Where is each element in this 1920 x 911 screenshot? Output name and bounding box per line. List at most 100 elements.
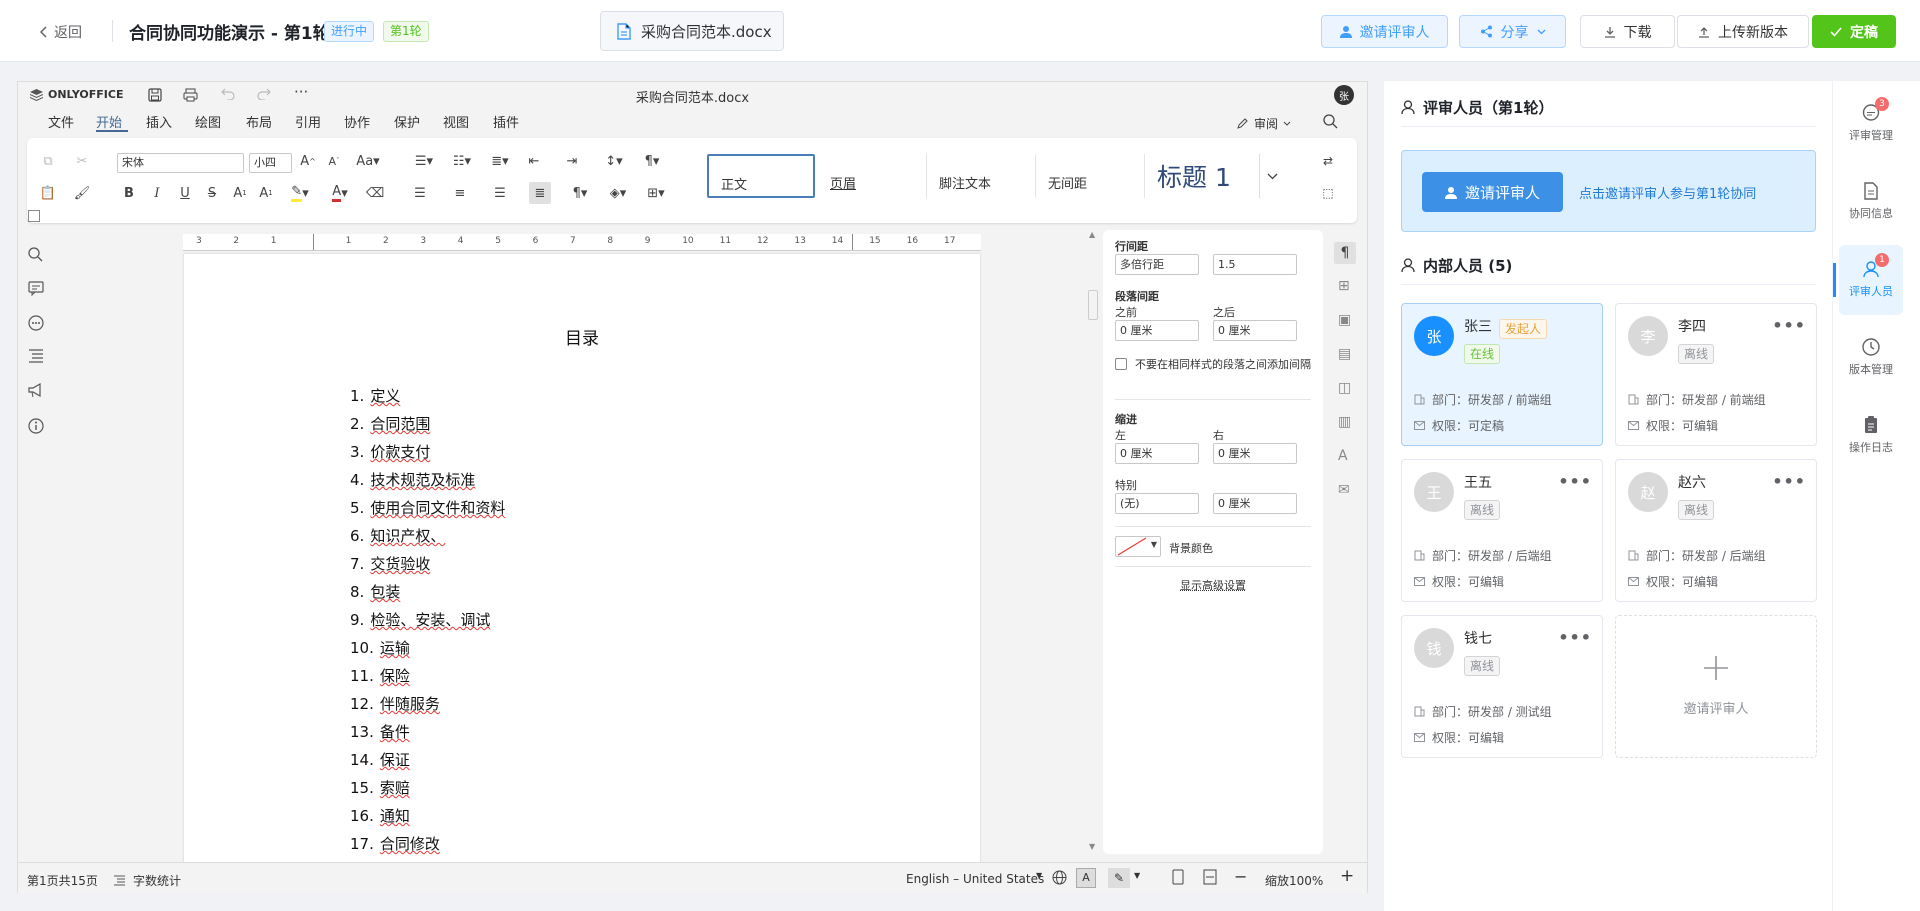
invite-hint[interactable]: 点击邀请评审人参与第1轮协同 xyxy=(1579,183,1756,202)
shading-icon[interactable]: ◈▾ xyxy=(605,184,631,202)
side-nav-versions[interactable]: 版本管理 xyxy=(1839,323,1903,393)
file-chip[interactable]: 采购合同范本.docx xyxy=(600,11,784,51)
toc-item[interactable]: 5. 使用合同文件和资料 xyxy=(350,497,505,518)
language-select[interactable]: English – United States xyxy=(906,872,1044,886)
horizontal-ruler[interactable]: 3 2 1 1 2 3 4 5 6 7 8 9 10 11 12 13 14 15 16 17 xyxy=(183,234,981,251)
font-name-select[interactable]: 宋体 xyxy=(117,153,244,173)
multilevel-list-icon[interactable]: ≣▾ xyxy=(487,152,513,170)
member-card[interactable]: 王王五 ••• 离线 部门：研发部 / 后端组 权限：可编辑 xyxy=(1401,459,1603,602)
change-case-icon[interactable]: Aa▾ xyxy=(353,152,383,170)
review-mode-button[interactable]: 审阅 xyxy=(1236,115,1291,132)
style-no-spacing[interactable]: 无间距 xyxy=(1036,154,1145,198)
menu-item[interactable]: 布局 xyxy=(246,112,272,131)
find-icon[interactable] xyxy=(28,247,43,262)
format-painter-icon[interactable]: 🖌 xyxy=(73,184,91,202)
zoom-in-icon[interactable]: + xyxy=(1340,866,1354,886)
toc-item[interactable]: 17. 合同修改 xyxy=(350,833,440,854)
superscript-icon[interactable]: A1 xyxy=(232,184,248,202)
page-info[interactable]: 第1页共15页 xyxy=(27,872,98,889)
scrollbar[interactable]: ▲ ▼ xyxy=(1088,230,1098,854)
feedback-icon[interactable] xyxy=(28,383,44,398)
special-indent-select[interactable]: (无) xyxy=(1115,493,1199,514)
share-button[interactable]: 分享 xyxy=(1459,15,1566,48)
underline-icon[interactable]: U xyxy=(177,184,193,202)
spacing-before-input[interactable]: 0 厘米 xyxy=(1115,320,1199,341)
more-options-icon[interactable]: ••• xyxy=(1558,472,1592,491)
comments-icon[interactable] xyxy=(28,281,44,296)
paste-icon[interactable]: 📋 xyxy=(39,184,57,202)
bold-icon[interactable]: B xyxy=(121,184,137,202)
toc-item[interactable]: 3. 价款支付 xyxy=(350,441,430,462)
toc-item[interactable]: 4. 技术规范及标准 xyxy=(350,469,475,490)
toc-item[interactable]: 13. 备件 xyxy=(350,721,410,742)
avatar[interactable]: 张 xyxy=(1334,85,1354,105)
align-left-icon[interactable]: ☰ xyxy=(411,184,429,202)
fit-width-icon[interactable] xyxy=(1203,869,1217,885)
toc-item[interactable]: 8. 包装 xyxy=(350,581,400,602)
background-color-picker[interactable]: ▼ xyxy=(1115,536,1161,557)
fit-page-icon[interactable] xyxy=(1172,869,1184,885)
toc-item[interactable]: 16. 通知 xyxy=(350,805,410,826)
scroll-down-icon[interactable]: ▼ xyxy=(1089,842,1095,851)
increase-indent-icon[interactable]: ⇥ xyxy=(563,152,581,170)
member-card[interactable]: 张张三 发起人 在线 部门：研发部 / 前端组 权限：可定稿 xyxy=(1401,303,1603,446)
zoom-out-icon[interactable]: − xyxy=(1234,867,1247,886)
styles-expand-icon[interactable] xyxy=(1259,154,1285,198)
advanced-settings-link[interactable]: 显示高级设置 xyxy=(1103,577,1323,593)
menu-item[interactable]: 绘图 xyxy=(195,112,221,131)
mail-merge-icon[interactable]: ✉ xyxy=(1338,482,1350,498)
side-nav-collab-info[interactable]: 协同信息 xyxy=(1839,167,1903,237)
shape-settings-icon[interactable]: ◫ xyxy=(1338,380,1351,396)
style-heading-1[interactable]: 标题 1 xyxy=(1145,154,1258,198)
table-settings-icon[interactable]: ⊞ xyxy=(1338,278,1350,294)
search-icon[interactable] xyxy=(1323,114,1338,129)
toc-item[interactable]: 2. 合同范围 xyxy=(350,413,430,434)
toc-item[interactable]: 12. 伴随服务 xyxy=(350,693,440,714)
document-page[interactable]: 目录 1. 定义 2. 合同范围 3. 价款支付 4. 技术规范及标准 5. 使用合同文件和资料 6… xyxy=(184,254,980,866)
spacing-after-input[interactable]: 0 厘米 xyxy=(1213,320,1297,341)
numbered-list-icon[interactable]: ☷▾ xyxy=(449,152,475,170)
header-footer-icon[interactable]: ▤ xyxy=(1338,346,1351,362)
upload-version-button[interactable]: 上传新版本 xyxy=(1677,15,1809,48)
paragraph-settings-icon[interactable]: ¶▾ xyxy=(639,152,665,170)
toc-item[interactable]: 6. 知识产权、 xyxy=(350,525,445,546)
back-button[interactable]: 返回 xyxy=(40,22,82,42)
font-size-select[interactable]: 小四 xyxy=(249,153,292,173)
side-nav-operation-log[interactable]: 操作日志 xyxy=(1839,401,1903,471)
special-indent-input[interactable]: 0 厘米 xyxy=(1213,493,1297,514)
decrease-font-icon[interactable]: Aˇ xyxy=(325,152,343,170)
style-header[interactable]: 页眉 xyxy=(818,154,927,198)
scrollbar-thumb[interactable] xyxy=(1088,290,1098,320)
menu-item[interactable]: 协作 xyxy=(344,112,370,131)
globe-icon[interactable] xyxy=(1052,870,1067,885)
decrease-indent-icon[interactable]: ⇤ xyxy=(525,152,543,170)
style-normal[interactable]: 正文 xyxy=(707,154,815,198)
more-options-icon[interactable]: ••• xyxy=(1772,472,1806,491)
strikethrough-icon[interactable]: S xyxy=(204,184,220,202)
paragraph-panel-icon[interactable]: ¶ xyxy=(1334,242,1356,264)
download-button[interactable]: 下载 xyxy=(1580,15,1675,48)
align-right-icon[interactable]: ☰ xyxy=(491,184,509,202)
more-options-icon[interactable]: ••• xyxy=(1772,316,1806,335)
right-indent-input[interactable]: 0 厘米 xyxy=(1213,443,1297,464)
toc-item[interactable]: 9. 检验、安装、调试 xyxy=(350,609,490,630)
copy-icon[interactable]: ⧉ xyxy=(39,152,57,170)
menu-item[interactable]: 视图 xyxy=(443,112,469,131)
more-options-icon[interactable]: ••• xyxy=(1558,628,1592,647)
navigation-icon[interactable] xyxy=(28,349,44,363)
toc-item[interactable]: 15. 索赔 xyxy=(350,777,410,798)
no-space-checkbox[interactable] xyxy=(1115,358,1127,370)
ruler-margin-markers[interactable] xyxy=(313,234,853,250)
member-card[interactable]: 李李四 ••• 离线 部门：研发部 / 前端组 权限：可编辑 xyxy=(1615,303,1817,446)
borders-icon[interactable]: ⊞▾ xyxy=(643,184,669,202)
line-spacing-input[interactable]: 1.5 xyxy=(1213,254,1297,275)
chat-icon[interactable] xyxy=(28,315,44,331)
invite-reviewer-primary-button[interactable]: 邀请评审人 xyxy=(1422,172,1563,212)
info-icon[interactable] xyxy=(28,418,44,434)
menu-item[interactable]: 插件 xyxy=(493,112,519,131)
track-changes-icon[interactable]: ✎ xyxy=(1108,868,1130,888)
menu-item[interactable]: 保护 xyxy=(394,112,420,131)
cut-icon[interactable]: ✂ xyxy=(73,152,91,170)
subscript-icon[interactable]: A1 xyxy=(258,184,274,202)
toc-item[interactable]: 14. 保证 xyxy=(350,749,410,770)
